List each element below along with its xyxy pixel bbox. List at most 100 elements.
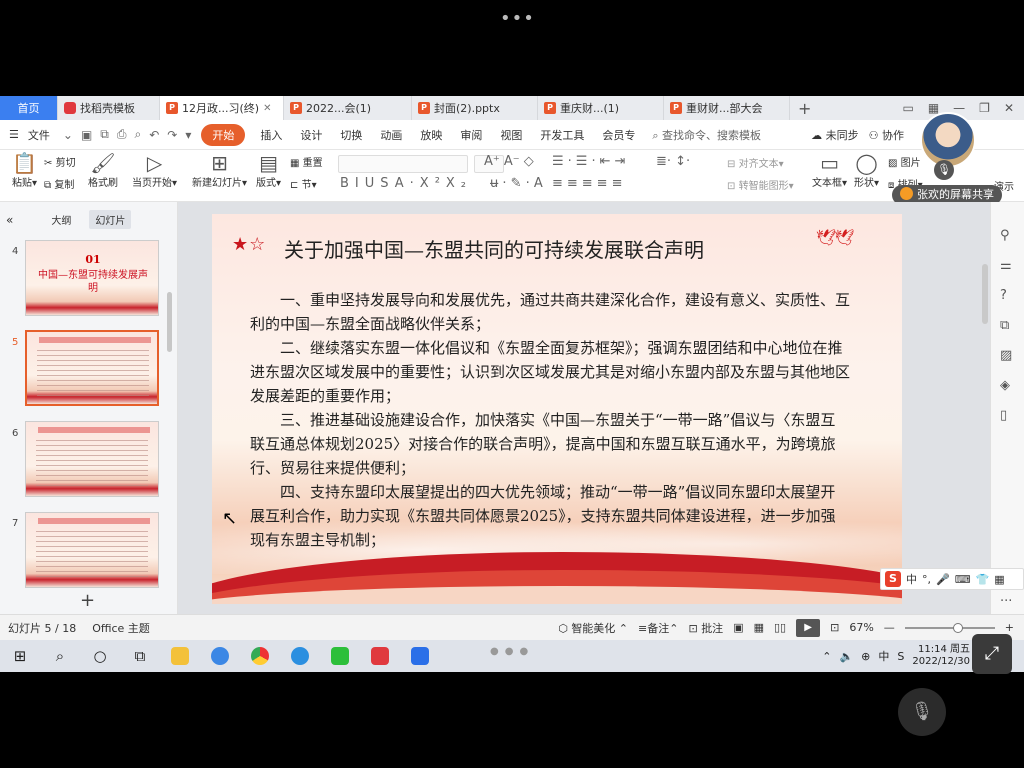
- book-icon[interactable]: ▯: [1000, 408, 1007, 423]
- hamburger-icon[interactable]: ☰: [0, 128, 28, 141]
- chevron-up-icon[interactable]: ⌃: [822, 650, 831, 663]
- list-icons[interactable]: ☰·☰·⇤⇥: [552, 154, 629, 169]
- thumbnail-scrollbar[interactable]: [167, 292, 172, 352]
- wps-tray-icon[interactable]: S: [897, 650, 904, 663]
- slide-thumbnail-5[interactable]: [25, 330, 159, 406]
- file-menu[interactable]: 文件: [28, 127, 59, 143]
- location-icon[interactable]: ◈: [1000, 378, 1010, 393]
- format-painter-button[interactable]: 🖌 格式刷: [88, 152, 118, 189]
- keyboard-icon[interactable]: ⌨: [955, 573, 971, 586]
- tab-template[interactable]: 找稻壳模板: [58, 96, 160, 120]
- text-format-icons[interactable]: BIUSA·X²X₂: [340, 176, 472, 191]
- image-icon[interactable]: ▨: [1000, 348, 1012, 363]
- meeting-app-icon[interactable]: [400, 647, 440, 666]
- cut-button[interactable]: ✂ 剪切: [44, 154, 76, 169]
- font-grow-icon[interactable]: A⁺ A⁻ ◇: [484, 154, 534, 169]
- new-slide-button[interactable]: ⊞ 新建幻灯片▾: [192, 152, 247, 189]
- tab-doc[interactable]: P 2022...会(1): [284, 96, 412, 120]
- task-view-icon[interactable]: ⧉: [120, 647, 160, 665]
- sliders-icon[interactable]: ⚌: [1000, 258, 1012, 273]
- layout-icon[interactable]: ▭: [902, 101, 913, 115]
- shape-button[interactable]: ◯ 形状▾: [854, 152, 879, 189]
- ime-tray-icon[interactable]: 中: [878, 648, 889, 664]
- rocket-icon[interactable]: ⚲: [1000, 228, 1010, 243]
- font-family-select[interactable]: [338, 155, 468, 173]
- slide-thumbnail-6[interactable]: [25, 421, 159, 497]
- menu-tab-start[interactable]: 开始: [201, 123, 246, 146]
- tab-doc-active[interactable]: P 12月政...习(终) ✕: [160, 96, 284, 120]
- export-pdf-icon[interactable]: ⧉: [96, 127, 113, 142]
- slide-thumbnail-7[interactable]: [25, 512, 159, 588]
- chevron-down-icon[interactable]: ▾: [181, 128, 195, 142]
- menu-tab-insert[interactable]: 插入: [251, 127, 291, 143]
- wechat-icon[interactable]: [320, 647, 360, 666]
- close-icon[interactable]: ✕: [263, 103, 271, 114]
- line-spacing-icons[interactable]: ≣· ↕·: [656, 154, 690, 169]
- new-tab-button[interactable]: +: [790, 96, 819, 120]
- slide-title[interactable]: 关于加强中国—东盟共同的可持续发展联合声明: [284, 234, 704, 263]
- export-icon[interactable]: ⧉: [1000, 318, 1009, 333]
- menu-tab-member[interactable]: 会员专: [593, 127, 644, 143]
- add-slide-button[interactable]: +: [80, 590, 95, 611]
- network-icon[interactable]: ⊕: [861, 650, 870, 663]
- to-smartart-button[interactable]: ⊡ 转智能图形▾: [727, 177, 794, 192]
- zoom-level[interactable]: 67%: [849, 621, 873, 634]
- menu-tab-developer[interactable]: 开发工具: [531, 127, 593, 143]
- paste-button[interactable]: 📋 粘贴▾: [12, 152, 37, 189]
- wps-office-icon[interactable]: [360, 647, 400, 666]
- zoom-slider[interactable]: [904, 622, 995, 633]
- grid-icon[interactable]: ▦: [994, 573, 1004, 586]
- current-slide[interactable]: ★☆ 关于加强中国—东盟共同的可持续发展联合声明 🕊🕊 一、重申坚持发展导向和发…: [212, 214, 902, 604]
- close-window-icon[interactable]: ✕: [1004, 101, 1014, 115]
- tab-doc[interactable]: P 重庆财...(1): [538, 96, 664, 120]
- save-icon[interactable]: ▣: [77, 128, 96, 142]
- section-button[interactable]: ⊏ 节▾: [290, 176, 317, 191]
- menu-tab-slideshow[interactable]: 放映: [411, 127, 451, 143]
- reading-view-icon[interactable]: ▯▯: [774, 621, 786, 634]
- menu-tab-view[interactable]: 视图: [491, 127, 531, 143]
- command-search[interactable]: ⌕ 查找命令、搜索模板: [652, 127, 761, 143]
- reset-button[interactable]: ▦ 重置: [290, 154, 323, 169]
- restore-icon[interactable]: ❐: [979, 101, 990, 115]
- slide-thumbnail-4[interactable]: 01 中国—东盟可持续发展声明: [25, 240, 159, 316]
- cortana-icon[interactable]: ○: [80, 647, 120, 665]
- ie-browser-icon[interactable]: [280, 647, 320, 666]
- tab-doc[interactable]: P 重财财...部大会: [664, 96, 790, 120]
- slide-body-text[interactable]: 一、重申坚持发展导向和发展优先，通过共商共建深化合作，建设有意义、实质性、互利的…: [250, 288, 850, 552]
- zoom-out-icon[interactable]: —: [884, 621, 895, 634]
- textbox-button[interactable]: ▭ 文本框▾: [812, 152, 847, 189]
- normal-view-icon[interactable]: ▣: [733, 621, 743, 634]
- windows-start-icon[interactable]: ⊞: [0, 647, 40, 665]
- copy-button[interactable]: ⧉ 复制: [44, 176, 74, 191]
- print-icon[interactable]: ⎙: [113, 127, 131, 142]
- system-clock[interactable]: 11:14 周五 2022/12/30: [912, 644, 970, 668]
- volume-icon[interactable]: 🔈: [839, 650, 853, 663]
- align-icons[interactable]: ≡≡≡≡≡: [552, 176, 626, 191]
- fullscreen-toggle-button[interactable]: ⤢: [972, 634, 1012, 674]
- play-slideshow-button[interactable]: ▶: [796, 618, 821, 637]
- menu-tab-review[interactable]: 审阅: [451, 127, 491, 143]
- microphone-icon[interactable]: 🎤: [936, 573, 950, 586]
- mute-mic-button[interactable]: 🎙: [898, 688, 946, 736]
- refresh-app-icon[interactable]: [200, 647, 240, 666]
- zoom-slider-handle[interactable]: [952, 622, 963, 633]
- menu-tab-animation[interactable]: 动画: [371, 127, 411, 143]
- tab-home[interactable]: 首页: [0, 96, 58, 120]
- menu-tab-design[interactable]: 设计: [291, 127, 331, 143]
- zoom-in-icon[interactable]: +: [1005, 621, 1014, 634]
- tab-outline[interactable]: 大纲: [45, 210, 77, 229]
- collab-button[interactable]: ⚇ 协作: [869, 127, 904, 143]
- skin-icon[interactable]: 👕: [976, 573, 990, 586]
- chrome-icon[interactable]: [240, 647, 280, 666]
- align-text-button[interactable]: ⊟ 对齐文本▾: [727, 155, 784, 170]
- preview-icon[interactable]: ⌕: [130, 127, 145, 142]
- comment-button[interactable]: ⊡ 批注: [688, 620, 723, 636]
- punctuation-icon[interactable]: °,: [922, 573, 931, 586]
- more-icon[interactable]: ···: [1000, 594, 1012, 609]
- menu-tab-transition[interactable]: 切换: [331, 127, 371, 143]
- ime-language[interactable]: 中: [906, 571, 917, 587]
- search-icon[interactable]: ⌕: [40, 647, 80, 665]
- tab-slides[interactable]: 幻灯片: [89, 210, 132, 229]
- play-from-current-button[interactable]: ▷ 当页开始▾: [132, 152, 177, 189]
- notes-button[interactable]: ≡备注⌃: [638, 620, 678, 636]
